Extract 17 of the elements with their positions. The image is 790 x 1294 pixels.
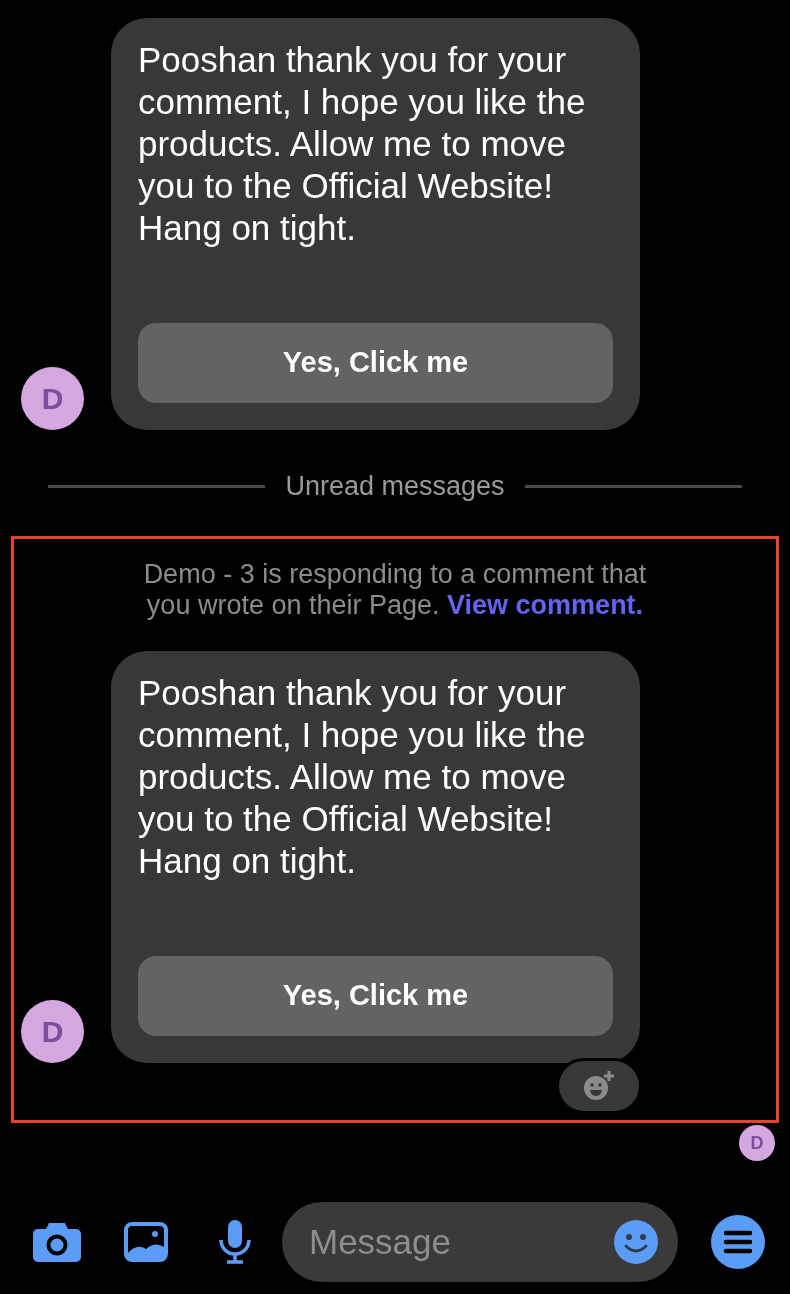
comment-notice: Demo - 3 is responding to a comment that you wrote on their Page. View comment. [142, 559, 648, 621]
message-field[interactable]: Message [282, 1202, 678, 1282]
message-text: Pooshan thank you for your comment, I hope you like the products. Allow me to move you to the Official Website! Hang on tight. [138, 39, 587, 249]
message-text: Pooshan thank you for your comment, I hope you like the products. Allow me to move you to the Official Website! Hang on tight. [138, 672, 587, 882]
menu-icon[interactable] [711, 1215, 765, 1269]
view-comment-link[interactable]: View comment. [447, 590, 644, 620]
quick-reply-button[interactable]: Yes, Click me [138, 956, 613, 1036]
emoji-icon[interactable] [614, 1220, 658, 1264]
camera-icon[interactable] [33, 1222, 81, 1262]
unread-divider-label: Unread messages [285, 469, 505, 503]
quick-reply-button[interactable]: Yes, Click me [138, 323, 613, 403]
avatar: D [21, 1000, 84, 1063]
avatar: D [21, 367, 84, 430]
seen-avatar: D [739, 1125, 775, 1161]
microphone-icon[interactable] [218, 1220, 252, 1264]
smiley-plus-icon [583, 1070, 615, 1102]
image-icon[interactable] [124, 1222, 168, 1262]
